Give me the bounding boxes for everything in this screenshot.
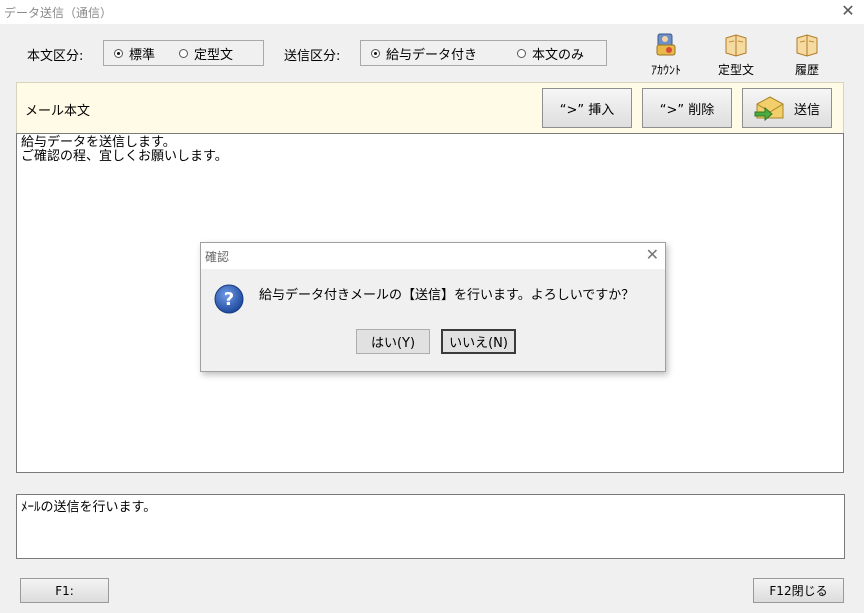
send-button[interactable]: 送信 (742, 88, 832, 128)
account-label: ｱｶｳﾝﾄ (650, 63, 681, 77)
delete-button[interactable]: “>” 削除 (642, 88, 732, 128)
window-title: データ送信（通信） (4, 6, 113, 20)
insert-button[interactable]: “>” 挿入 (542, 88, 632, 128)
f1-button[interactable]: F1: (20, 578, 109, 603)
status-message: ﾒｰﾙの送信を行います。 (21, 500, 157, 515)
body-type-label: 本文区分: (27, 49, 84, 64)
body-type-standard-label: 標準 (129, 47, 156, 63)
body-type-template-radio[interactable]: 定型文 (179, 44, 233, 63)
history-book-icon (796, 34, 818, 57)
status-message-box: ﾒｰﾙの送信を行います。 (16, 494, 845, 559)
send-type-label: 送信区分: (284, 49, 341, 64)
account-button[interactable]: ｱｶｳﾝﾄ (640, 32, 692, 78)
radio-unselected-icon (517, 48, 527, 58)
dialog-titlebar: 確認 ✕ (201, 243, 665, 269)
body-type-standard-radio[interactable]: 標準 (114, 44, 155, 63)
history-label: 履歴 (794, 63, 819, 77)
window-close-button[interactable]: ✕ (840, 1, 856, 21)
send-type-with-data-radio[interactable]: 給与データ付き (371, 44, 477, 63)
mail-body-label: メール本文 (25, 104, 91, 119)
confirm-dialog: 確認 ✕ ? 給与データ付きメールの【送信】を行います。よろしいですか？ はい(… (200, 242, 666, 372)
radio-unselected-icon (179, 48, 189, 58)
dialog-message: 給与データ付きメールの【送信】を行います。よろしいですか？ (259, 288, 635, 303)
send-type-group: 給与データ付き 本文のみ (360, 40, 607, 66)
template-label: 定型文 (717, 63, 754, 77)
body-type-template-label: 定型文 (194, 47, 234, 63)
radio-selected-icon (114, 48, 123, 58)
account-icon (656, 33, 676, 56)
f12-close-button[interactable]: F12閉じる (753, 578, 844, 603)
window-titlebar: データ送信（通信） ✕ (0, 0, 864, 24)
mail-body-line: 給与データを送信します。 (21, 135, 176, 150)
dialog-no-button[interactable]: いいえ(N) (441, 329, 516, 354)
send-button-label: 送信 (793, 102, 820, 118)
dialog-close-button[interactable]: ✕ (646, 245, 659, 264)
template-button[interactable]: 定型文 (710, 32, 762, 78)
history-button[interactable]: 履歴 (781, 32, 833, 78)
book-icon (725, 34, 747, 57)
send-type-body-only-label: 本文のみ (532, 47, 585, 63)
send-type-body-only-radio[interactable]: 本文のみ (517, 44, 584, 63)
mail-body-line: ご確認の程、宜しくお願いします。 (21, 149, 228, 164)
svg-text:?: ? (224, 289, 234, 310)
send-type-with-data-label: 給与データ付き (386, 47, 478, 63)
mail-header-bar: メール本文 “>” 挿入 “>” 削除 送信 (16, 82, 844, 133)
body-type-group: 標準 定型文 (103, 40, 264, 66)
radio-selected-icon (371, 48, 380, 58)
dialog-title: 確認 (205, 250, 230, 264)
question-icon: ? (214, 284, 244, 314)
dialog-yes-button[interactable]: はい(Y) (356, 329, 430, 354)
send-mail-icon (754, 96, 784, 122)
